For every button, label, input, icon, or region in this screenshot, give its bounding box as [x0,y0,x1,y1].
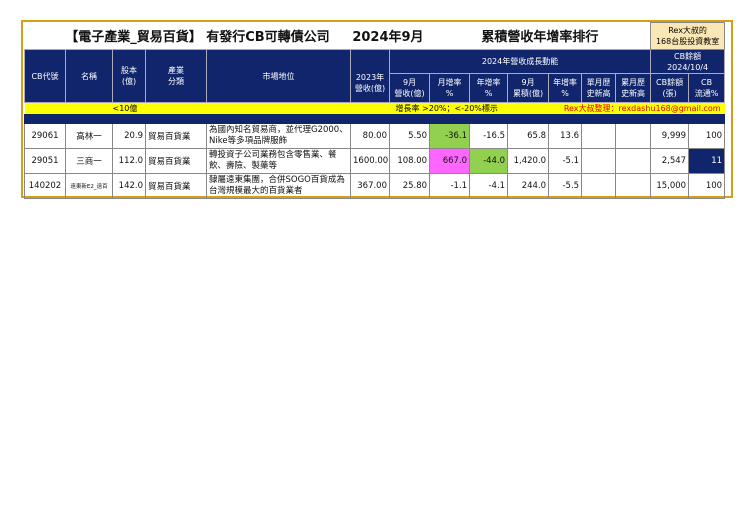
month-high [581,148,617,174]
company-name: 遠東新E2_遠百 [65,173,113,199]
header-cb-group: CB餘額 [674,51,702,61]
month-high [581,123,617,149]
cum-yoy: -5.5 [548,173,583,199]
rev2023: 80.00 [350,123,390,149]
cb-float: 100 [688,173,726,199]
company-name: 高林一 [65,123,113,149]
cb-balance: 2,547 [650,148,690,174]
header-month-high: 單月歷 史新高 [581,73,617,103]
company-name: 三商一 [65,148,113,174]
cb-code: 140202 [24,173,66,199]
small-cap-note: <10億 [112,102,351,115]
header-industry: 產業 分類 [145,49,207,103]
header-cb-float: CB 流通% [688,73,726,103]
cb-float: 11 [688,148,726,174]
cum: 65.8 [507,123,550,149]
header-rev2023: 2023年 營收(億) [350,49,390,103]
sep-rev: 108.00 [388,148,431,174]
cb-code: 29051 [24,148,66,174]
cum-high [615,123,652,149]
header-cb-date: 2024/10/4 [667,62,709,72]
header-capital: 股本 (億) [112,49,146,103]
market-position: 轉投資子公司業務包含零售業、餐飲、壽險、製藥等 [206,148,351,174]
capital: 20.9 [112,123,146,149]
report-title: 【電子產業_貿易百貨】 有發行CB可轉債公司 [65,30,330,46]
month-high [581,173,617,199]
sep-rev: 5.50 [388,123,431,149]
mom: -1.1 [429,173,471,199]
cb-float: 100 [688,123,726,149]
header-cb-balance: CB餘額 (張) [650,73,690,103]
header-row-1: CB代號 名稱 股本 (億) 產業 分類 市場地位 2023年 營收(億) 20… [24,49,726,103]
cum: 244.0 [507,173,550,199]
cum: 1,420.0 [507,148,550,174]
cum-high [615,148,652,174]
report-ranking: 累積營收年增率排行 [481,30,599,46]
spacer-row [24,114,726,124]
table-row: 29051 三商一 112.0 貿易百貨業 轉投資子公司業務包含零售業、餐飲、壽… [24,148,726,174]
mom: -36.1 [429,123,471,149]
header-sep-rev: 9月 營收(億) [388,73,431,103]
industry: 貿易百貨業 [145,173,207,199]
header-mom: 月增率 % [429,73,471,103]
table-row: 140202 遠東新E2_遠百 142.0 貿易百貨業 隸屬遠東集團，合併SOG… [24,173,726,199]
title-row: 【電子產業_貿易百貨】 有發行CB可轉債公司 2024年9月 累積營收年增率排行… [25,22,726,50]
report-frame: 【電子產業_貿易百貨】 有發行CB可轉債公司 2024年9月 累積營收年增率排行… [21,20,733,199]
table-row: 29061 高林一 20.9 貿易百貨業 為國內知名貿易商，並代理G2000、N… [24,123,726,149]
header-yoy: 年增率 % [469,73,509,103]
yoy: -4.1 [469,173,509,199]
sep-rev: 25.80 [388,173,431,199]
header-cum-yoy: 年增率 % [548,73,583,103]
cb-balance: 9,999 [650,123,690,149]
cum-yoy: -5.1 [548,148,583,174]
industry: 貿易百貨業 [145,123,207,149]
capital: 142.0 [112,173,146,199]
credit-note: Rex大叔整理：rexdashu168@gmail.com [548,102,725,115]
capital: 112.0 [112,148,146,174]
cb-balance: 15,000 [650,173,690,199]
industry: 貿易百貨業 [145,148,207,174]
logo-line2: 168台股投資教室 [655,37,720,46]
header-cb-code: CB代號 [24,49,66,103]
cum-yoy: 13.6 [548,123,583,149]
header-name: 名稱 [65,49,113,103]
logo-line1: Rex大叔的 [668,26,707,35]
mom: 667.0 [429,148,471,174]
rule-note: 增長率 >20%；<-20%標示 [389,102,549,115]
cb-code: 29061 [24,123,66,149]
yoy: -16.5 [469,123,509,149]
logo-box: Rex大叔的 168台股投資教室 [650,22,726,50]
header-growth-group: 2024年營收成長動能 [388,49,652,74]
yoy: -44.0 [469,148,509,174]
market-position: 隸屬遠東集團，合併SOGO百貨成為台灣規模最大的百貨業者 [206,173,351,199]
header-cum: 9月 累積(億) [507,73,550,103]
market-position: 為國內知名貿易商，並代理G2000、Nike等多項品牌服飾 [206,123,351,149]
header-cum-high: 累月歷 史新高 [615,73,652,103]
header-market: 市場地位 [206,49,351,103]
rev2023: 1600.00 [350,148,390,174]
cum-high [615,173,652,199]
cb-revenue-table: 【電子產業_貿易百貨】 有發行CB可轉債公司 2024年9月 累積營收年增率排行… [24,22,726,199]
note-row: <10億 增長率 >20%；<-20%標示 Rex大叔整理：rexdashu16… [24,102,725,115]
rev2023: 367.00 [350,173,390,199]
report-period: 2024年9月 [352,30,424,46]
